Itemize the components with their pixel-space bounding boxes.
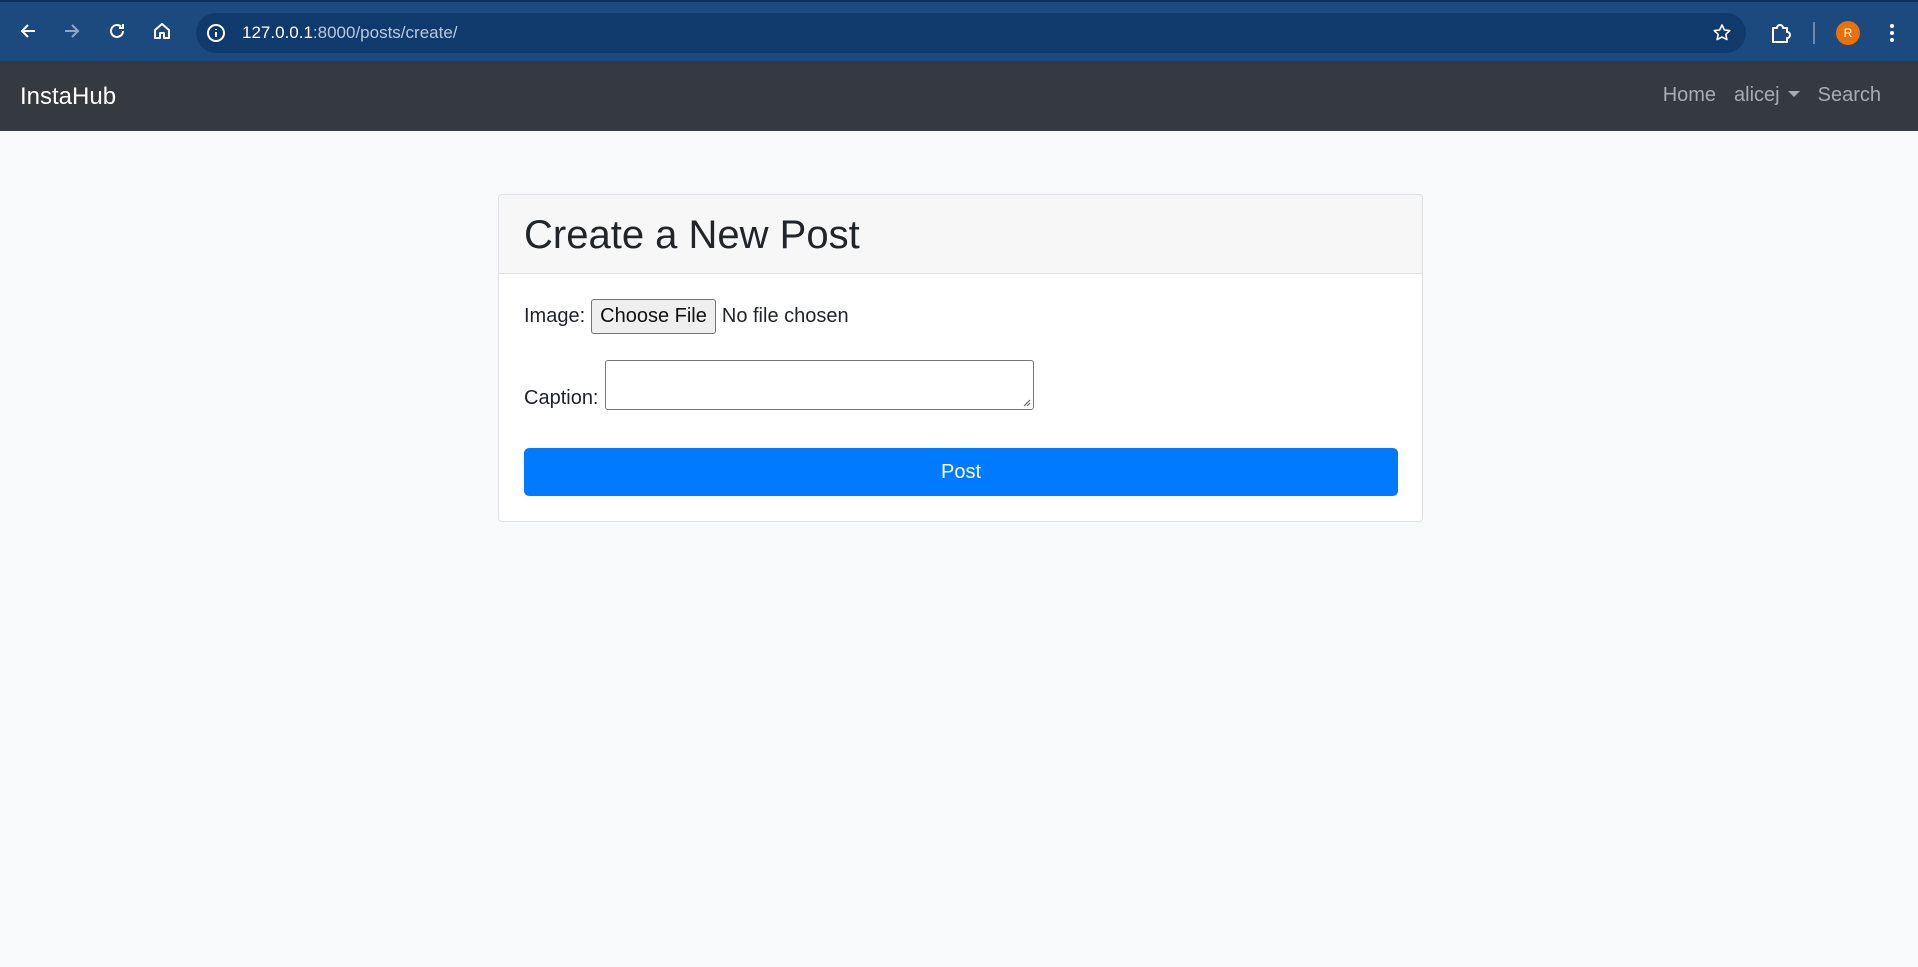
back-button[interactable]	[13, 16, 43, 46]
url-host: 127.0.0.1	[242, 23, 313, 42]
caption-row: Caption:	[524, 360, 1397, 410]
caption-textarea[interactable]	[604, 360, 1034, 410]
profile-avatar[interactable]: R	[1836, 21, 1860, 45]
file-status-text: No file chosen	[721, 304, 849, 327]
nav-links: Home alicej Search	[1654, 84, 1890, 107]
resize-grip-icon[interactable]	[1021, 397, 1031, 407]
reload-button[interactable]	[102, 16, 132, 46]
caret-down-icon	[1787, 91, 1800, 97]
url-text[interactable]: 127.0.0.1:8000/posts/create/	[242, 23, 458, 43]
card-header: Create a New Post	[499, 195, 1422, 274]
site-info-icon[interactable]	[206, 23, 226, 43]
kebab-menu-icon[interactable]	[1880, 20, 1904, 46]
image-label: Image:	[524, 304, 586, 327]
bookmark-star-icon[interactable]	[1712, 23, 1732, 43]
brand-logo[interactable]: InstaHub	[20, 83, 116, 111]
browser-toolbar: 127.0.0.1:8000/posts/create/ R	[0, 0, 1918, 61]
choose-file-button[interactable]: Choose File	[591, 298, 716, 334]
reload-icon	[110, 23, 124, 38]
create-post-card: Create a New Post Image: Choose File No …	[498, 194, 1423, 522]
user-dropdown[interactable]: alicej	[1725, 84, 1809, 107]
url-path: :8000/posts/create/	[312, 23, 458, 42]
extensions-puzzle-icon[interactable]	[1768, 20, 1794, 46]
site-navbar: InstaHub Home alicej Search	[0, 61, 1918, 131]
post-form: Image: Choose File No file chosen Captio…	[499, 274, 1422, 520]
forward-button[interactable]	[57, 16, 87, 46]
page-title: Create a New Post	[524, 213, 860, 257]
home-icon	[154, 23, 170, 39]
home-button[interactable]	[147, 16, 177, 46]
post-submit-button[interactable]: Post	[524, 448, 1398, 496]
arrow-left-icon	[20, 24, 35, 38]
caption-label: Caption:	[524, 387, 599, 409]
user-dropdown-label: alicej	[1734, 84, 1780, 106]
address-bar[interactable]: 127.0.0.1:8000/posts/create/	[196, 13, 1746, 53]
nav-search-link[interactable]: Search	[1809, 84, 1890, 107]
arrow-right-icon	[65, 24, 80, 38]
nav-home-link[interactable]: Home	[1654, 84, 1725, 107]
image-row: Image: Choose File No file chosen	[524, 298, 1397, 334]
toolbar-divider	[1813, 22, 1815, 44]
